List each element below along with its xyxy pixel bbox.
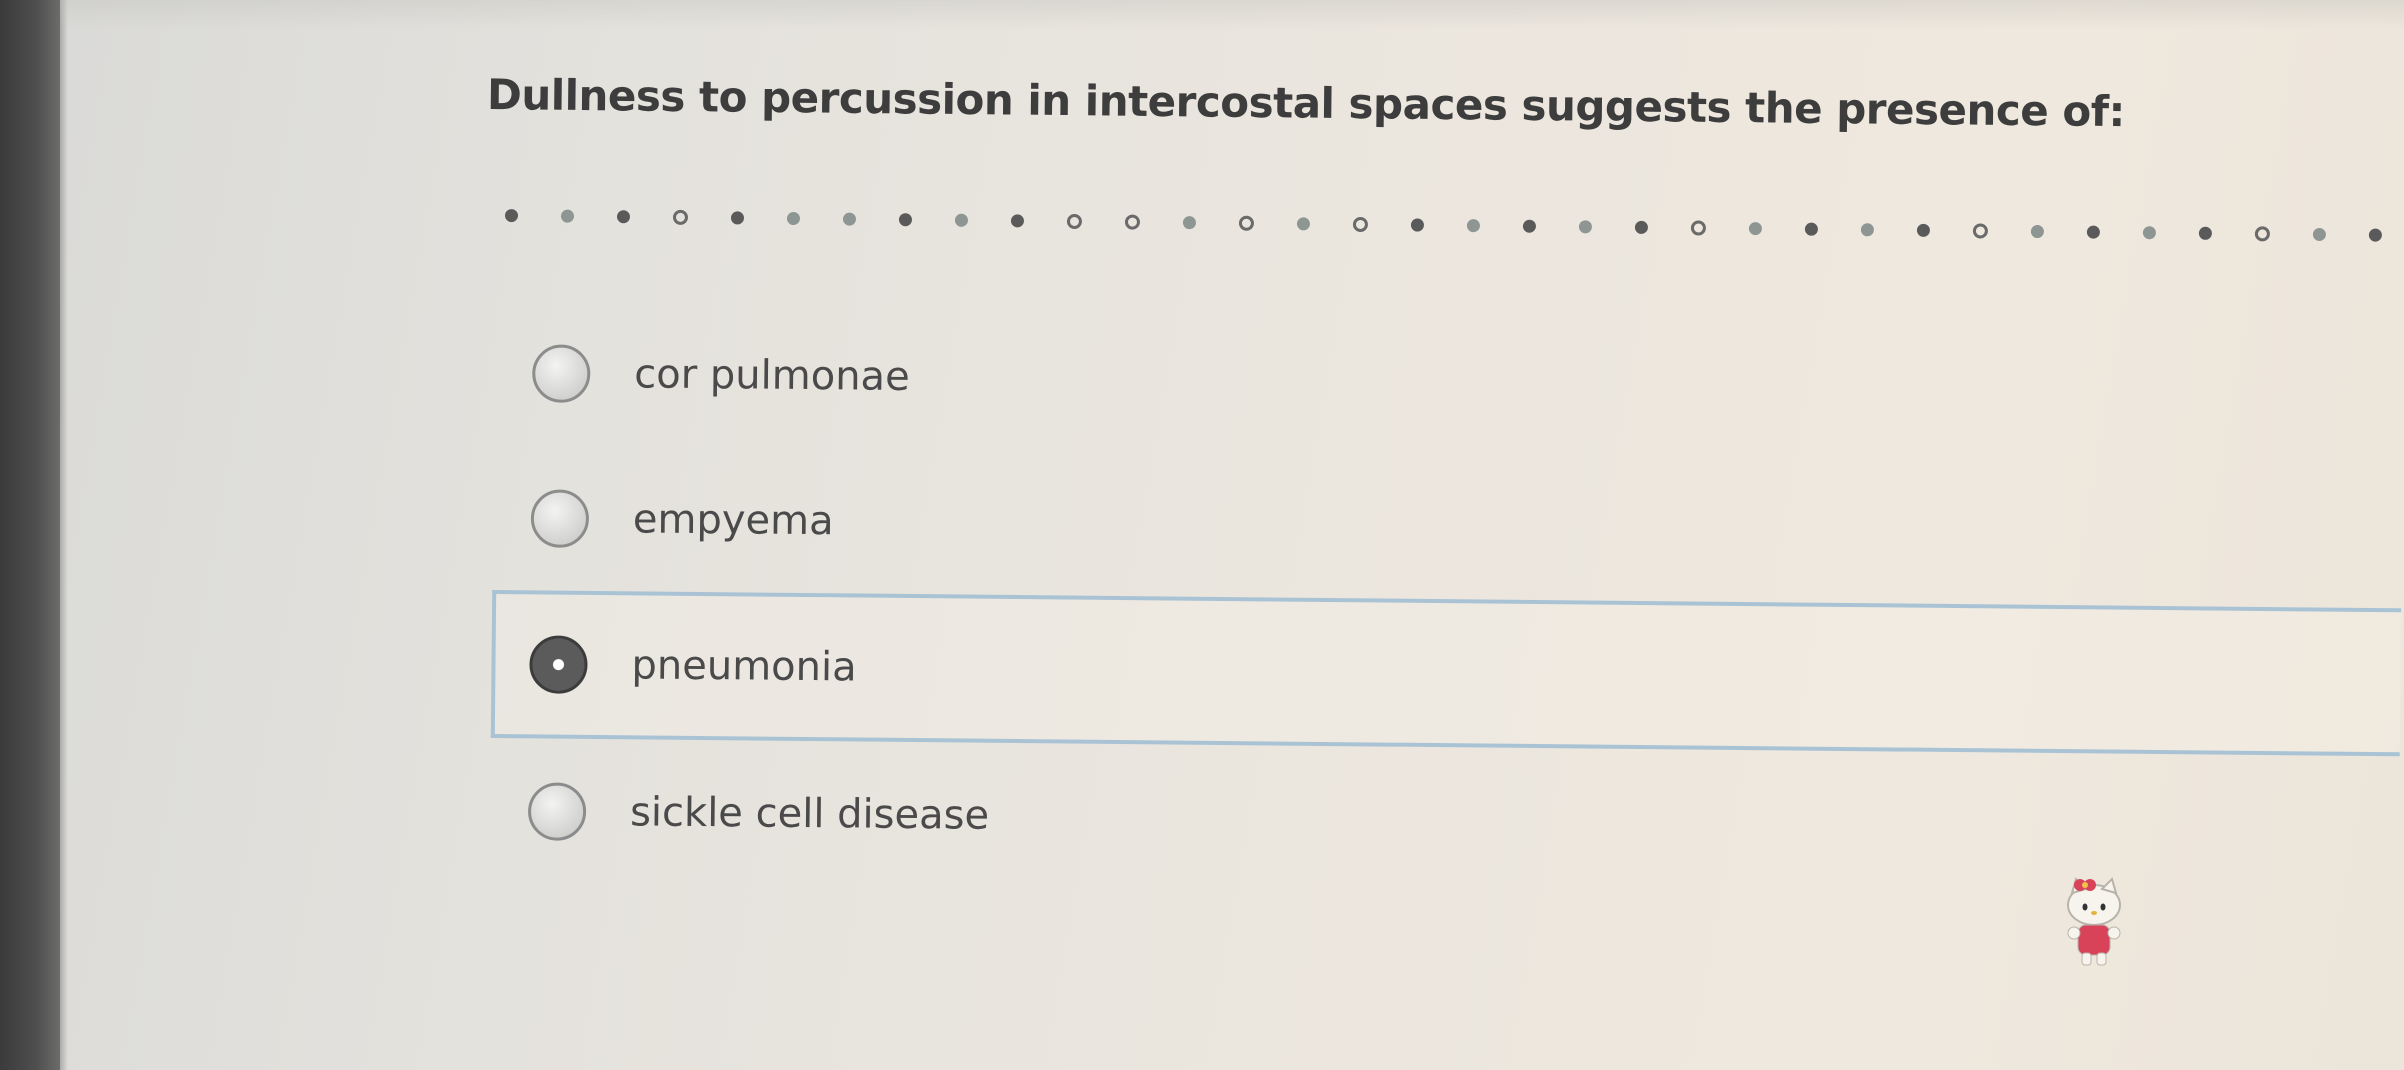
answer-options: cor pulmonae empyema pneumonia sickle ce… (489, 300, 2404, 901)
cartoon-cat-sticker-icon (2067, 877, 2121, 966)
option-empyema[interactable]: empyema (492, 445, 2402, 608)
radio-button-icon[interactable] (530, 488, 590, 548)
question-text: Dullness to percussion in intercostal sp… (486, 70, 2126, 137)
option-label[interactable]: pneumonia (631, 642, 857, 690)
option-cor-pulmonae[interactable]: cor pulmonae (494, 300, 2404, 463)
option-pneumonia[interactable]: pneumonia (490, 589, 2402, 757)
dotted-divider (504, 200, 2395, 250)
radio-button-icon[interactable] (532, 343, 591, 403)
monitor-bezel (0, 0, 68, 1070)
radio-button-icon[interactable] (527, 781, 587, 841)
top-shadow (60, 0, 2404, 30)
option-label[interactable]: empyema (633, 496, 834, 544)
option-label[interactable]: cor pulmonae (634, 351, 910, 400)
option-label[interactable]: sickle cell disease (630, 789, 989, 838)
radio-button-selected-icon[interactable] (529, 635, 588, 694)
